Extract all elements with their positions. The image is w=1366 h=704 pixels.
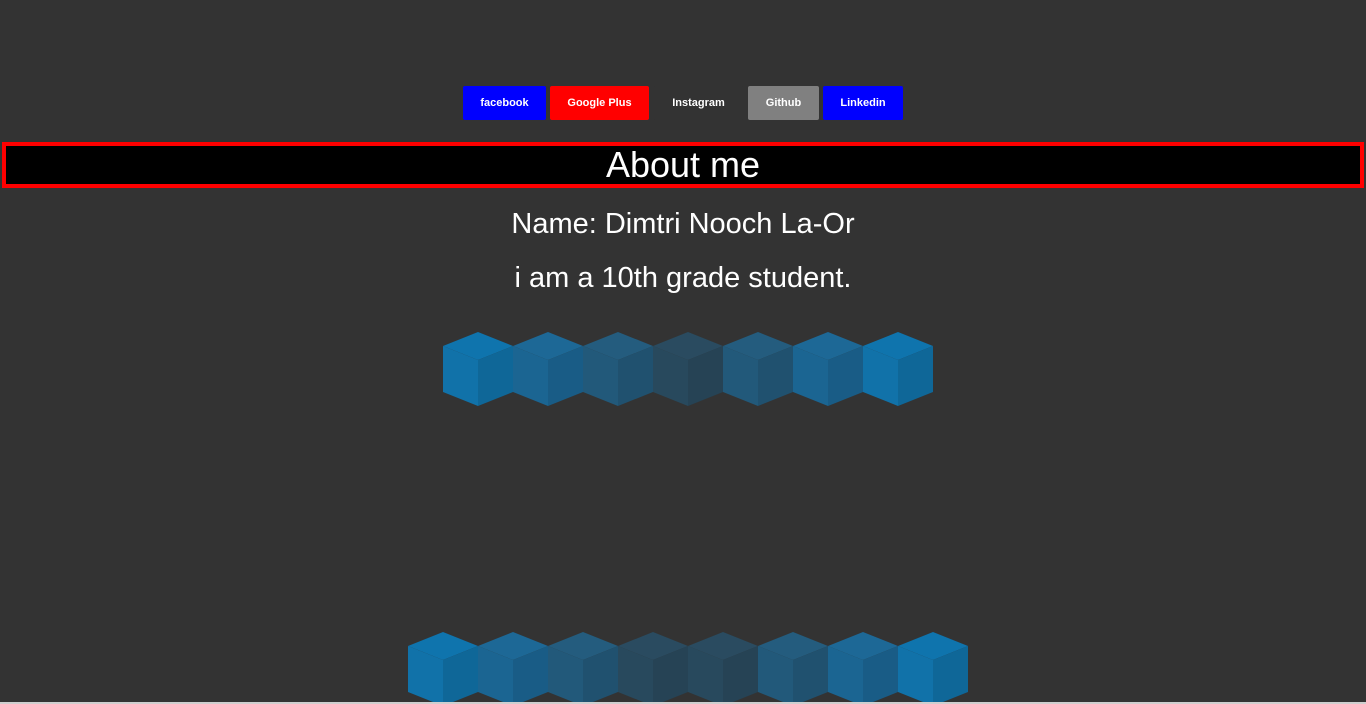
- facebook-button[interactable]: facebook: [463, 86, 546, 120]
- cube-row-svg: [443, 332, 933, 406]
- cube-shape: [653, 332, 723, 406]
- cube-shape: [723, 332, 793, 406]
- cube-shape: [513, 332, 583, 406]
- instagram-button[interactable]: Instagram: [653, 86, 744, 120]
- page: facebook Google Plus Instagram Github Li…: [0, 0, 1366, 704]
- cube-shape: [863, 332, 933, 406]
- cube-shape: [443, 332, 513, 406]
- cube-row-bottom: [408, 630, 970, 704]
- cube-shape: [618, 632, 688, 704]
- google-plus-button[interactable]: Google Plus: [550, 86, 649, 120]
- cube-shape: [688, 632, 758, 704]
- cube-row-top: [443, 330, 935, 406]
- social-nav: facebook Google Plus Instagram Github Li…: [0, 86, 1366, 120]
- name-text: Name: Dimtri Nooch La-Or: [511, 208, 855, 240]
- cube-shape: [548, 632, 618, 704]
- cube-shape: [408, 632, 478, 704]
- cube-shape: [828, 632, 898, 704]
- about-header-bar: About me: [2, 142, 1364, 188]
- cube-row-svg: [408, 632, 968, 704]
- cube-shape: [758, 632, 828, 704]
- cube-shape: [898, 632, 968, 704]
- cube-shape: [793, 332, 863, 406]
- github-button[interactable]: Github: [748, 86, 819, 120]
- grade-text: i am a 10th grade student.: [514, 262, 852, 294]
- about-heading: About me: [605, 144, 761, 185]
- cube-shape: [583, 332, 653, 406]
- cube-shape: [478, 632, 548, 704]
- linkedin-button[interactable]: Linkedin: [823, 86, 903, 120]
